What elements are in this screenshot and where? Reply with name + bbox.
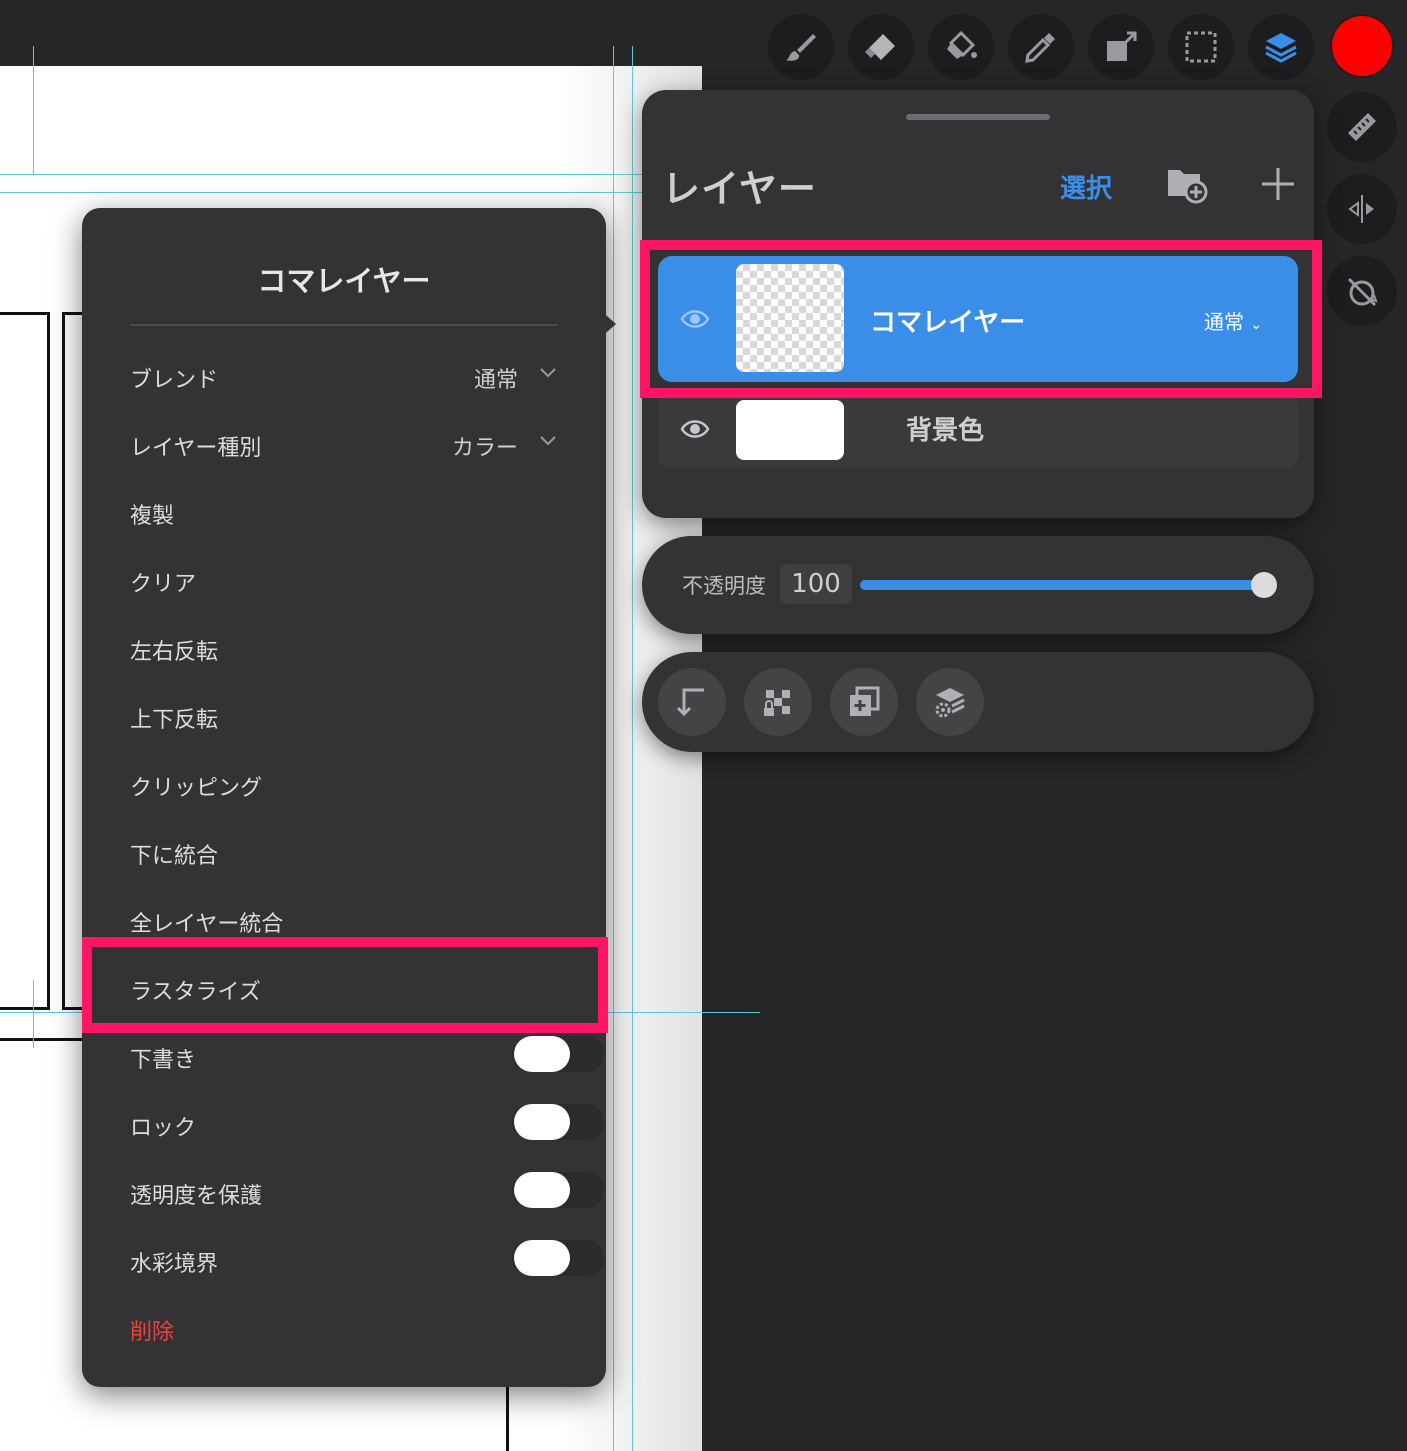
layer-settings-button[interactable] <box>916 668 984 736</box>
brush-icon <box>786 34 816 61</box>
eyedropper-button[interactable] <box>1008 14 1074 80</box>
chevron-down-icon <box>540 368 556 378</box>
guide-line <box>0 192 642 193</box>
menu-item-clipping[interactable]: クリッピング <box>130 764 558 804</box>
checker-lock-button[interactable] <box>744 668 812 736</box>
guide-line <box>33 980 34 1048</box>
guide-line <box>632 46 633 1451</box>
menu-item-merge-down[interactable]: 下に統合 <box>130 832 558 872</box>
eraser-button[interactable] <box>848 14 914 80</box>
add-folder-icon[interactable] <box>1166 164 1208 204</box>
highlight-rasterize <box>82 937 608 1033</box>
layer-type-value: カラー <box>451 436 518 461</box>
layer-action-bar <box>642 652 1314 752</box>
layer-name: 背景色 <box>906 416 985 446</box>
lock-toggle[interactable] <box>512 1104 604 1140</box>
toggle-knob <box>514 1104 570 1140</box>
guide-line <box>0 174 642 175</box>
rotate-lock-button[interactable] <box>1327 256 1397 326</box>
symmetry-icon <box>1348 195 1374 223</box>
menu-item-watercolor-edge[interactable]: 水彩境界 <box>130 1240 604 1280</box>
menu-item-lock[interactable]: ロック <box>130 1104 604 1144</box>
checker-lock-icon <box>764 690 790 716</box>
transform-button[interactable] <box>1088 14 1154 80</box>
menu-item-label: 左右反転 <box>130 640 219 665</box>
opacity-slider-knob[interactable] <box>1251 572 1277 598</box>
context-menu-title: コマレイヤー <box>257 264 431 298</box>
merge-down-button[interactable] <box>658 668 726 736</box>
menu-item-flip-horizontal[interactable]: 左右反転 <box>130 628 558 668</box>
toggle-knob <box>514 1036 570 1072</box>
menu-item-label: クリア <box>130 572 197 597</box>
duplicate-icon <box>850 686 880 716</box>
layers-button[interactable] <box>1248 14 1314 80</box>
guide-line <box>33 46 34 174</box>
menu-item-layer-type[interactable]: レイヤー種別 カラー <box>130 424 558 464</box>
menu-item-label: 下書き <box>130 1048 197 1073</box>
duplicate-button[interactable] <box>830 668 898 736</box>
chevron-down-icon <box>540 436 556 446</box>
layer-row-background[interactable]: 背景色 <box>658 392 1298 468</box>
menu-item-protect-alpha[interactable]: 透明度を保護 <box>130 1172 604 1212</box>
menu-item-merge-all[interactable]: 全レイヤー統合 <box>130 900 558 940</box>
menu-item-draft[interactable]: 下書き <box>130 1036 604 1076</box>
selection-button[interactable] <box>1168 14 1234 80</box>
menu-item-label: 全レイヤー統合 <box>130 912 284 937</box>
menu-item-label: 上下反転 <box>130 708 219 733</box>
color-picker-button[interactable] <box>1330 14 1394 78</box>
watercolor-edge-toggle[interactable] <box>512 1240 604 1276</box>
panel-grabber[interactable] <box>906 114 1050 120</box>
menu-item-label: 下に統合 <box>130 844 219 869</box>
guide-line <box>613 46 614 1451</box>
opacity-slider[interactable] <box>860 572 1277 598</box>
ruler-icon <box>1348 113 1376 141</box>
highlight-selected-layer <box>640 240 1322 398</box>
menu-item-label: 削除 <box>130 1320 175 1345</box>
menu-item-blend[interactable]: ブレンド 通常 <box>130 356 558 396</box>
opacity-value[interactable]: 100 <box>780 564 852 604</box>
ruler-button[interactable] <box>1327 92 1397 162</box>
layer-context-menu: コマレイヤー ブレンド 通常 レイヤー種別 カラー 複製 クリア 左右反転 上下… <box>82 208 616 1387</box>
blend-value: 通常 <box>473 368 518 393</box>
menu-item-label: ブレンド <box>130 368 219 393</box>
menu-item-label: ロック <box>130 1116 197 1141</box>
paint-bucket-icon <box>947 30 977 59</box>
comic-frame-left <box>0 312 50 1010</box>
menu-item-label: 水彩境界 <box>130 1252 219 1277</box>
rotate-lock-icon <box>1347 277 1378 307</box>
menu-divider <box>130 324 558 326</box>
paint-bucket-button[interactable] <box>928 14 994 80</box>
symmetry-button[interactable] <box>1327 174 1397 244</box>
protect-alpha-toggle[interactable] <box>512 1172 604 1208</box>
merge-down-icon <box>676 688 704 717</box>
toggle-knob <box>514 1172 570 1208</box>
opacity-bar: 不透明度 100 <box>642 536 1314 634</box>
menu-item-label: 複製 <box>130 504 175 529</box>
menu-item-duplicate[interactable]: 複製 <box>130 492 558 532</box>
opacity-slider-fill <box>860 580 1264 590</box>
selection-icon <box>1185 31 1217 63</box>
menu-item-label: 透明度を保護 <box>130 1184 263 1209</box>
menu-item-flip-vertical[interactable]: 上下反転 <box>130 696 558 736</box>
select-button[interactable]: 選択 <box>1060 168 1112 205</box>
menu-pointer <box>600 310 616 338</box>
menu-item-clear[interactable]: クリア <box>130 560 558 600</box>
eye-icon[interactable] <box>680 414 710 444</box>
layer-panel-title: レイヤー <box>662 167 817 211</box>
layer-settings-icon <box>935 688 965 718</box>
menu-item-delete[interactable]: 削除 <box>130 1308 558 1348</box>
menu-item-label: クリッピング <box>130 776 263 801</box>
draft-toggle[interactable] <box>512 1036 604 1072</box>
toggle-knob <box>514 1240 570 1276</box>
add-layer-icon[interactable] <box>1258 164 1298 204</box>
frame-line-lower <box>506 1386 509 1451</box>
brush-button[interactable] <box>768 14 834 80</box>
opacity-label: 不透明度 <box>682 574 766 598</box>
transform-icon <box>1107 31 1137 61</box>
layer-thumbnail <box>736 400 844 460</box>
layers-icon <box>1265 33 1297 63</box>
eyedropper-icon <box>1025 33 1055 63</box>
eraser-icon <box>865 34 895 60</box>
menu-item-label: レイヤー種別 <box>130 436 262 461</box>
